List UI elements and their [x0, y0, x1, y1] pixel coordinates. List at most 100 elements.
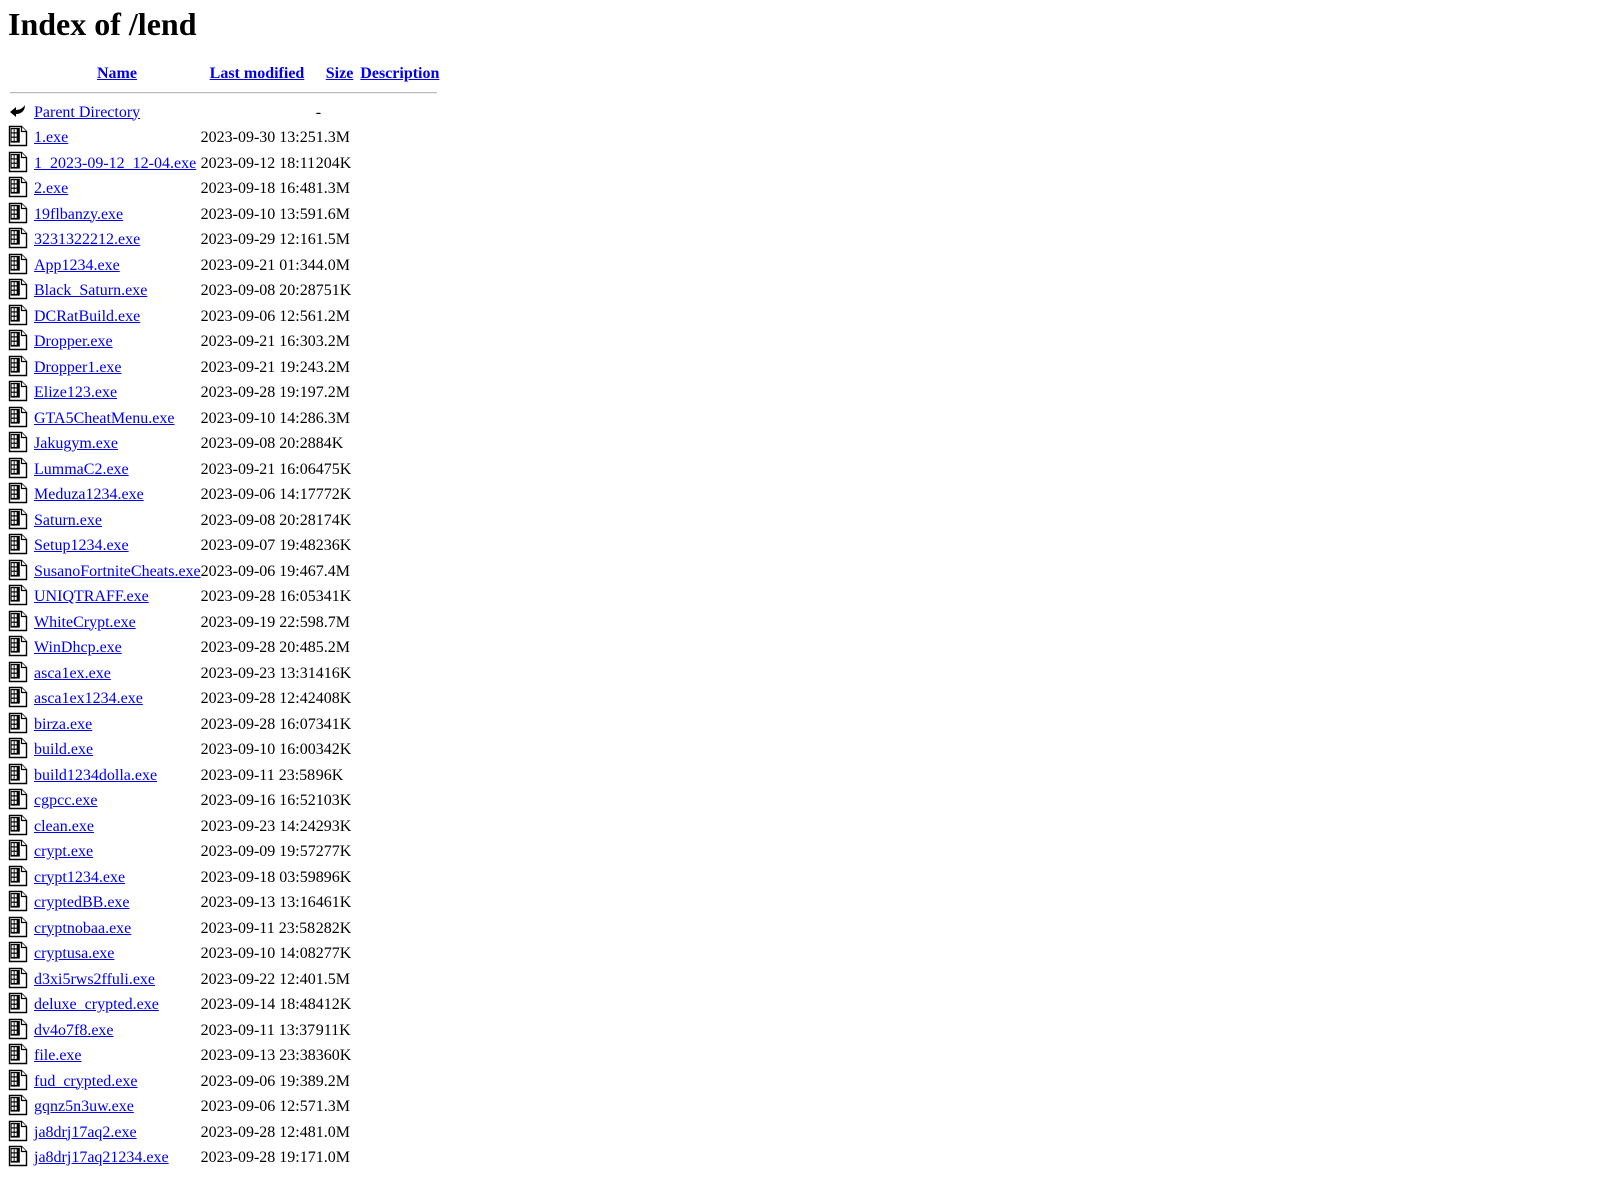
file-link[interactable]: cryptusa.exe: [34, 945, 114, 962]
table-row[interactable]: crypt1234.exe 2023-09-18 03:59 896K: [8, 865, 439, 891]
file-link[interactable]: App1234.exe: [34, 257, 120, 274]
file-link[interactable]: 1.exe: [34, 129, 68, 146]
parent-directory-link[interactable]: Parent Directory: [34, 104, 140, 121]
file-link[interactable]: asca1ex1234.exe: [34, 690, 143, 707]
file-size: 772K: [315, 486, 352, 503]
table-row[interactable]: Jakugym.exe 2023-09-08 20:28 84K: [8, 431, 439, 457]
file-link[interactable]: d3xi5rws2ffuli.exe: [34, 971, 155, 988]
table-row[interactable]: birza.exe 2023-09-28 16:07 341K: [8, 712, 439, 738]
table-row[interactable]: GTA5CheatMenu.exe 2023-09-10 14:28 6.3M: [8, 406, 439, 432]
file-link[interactable]: crypt1234.exe: [34, 869, 125, 886]
file-link[interactable]: Dropper.exe: [34, 333, 113, 350]
table-row[interactable]: asca1ex1234.exe 2023-09-28 12:42 408K: [8, 686, 439, 712]
file-link[interactable]: cgpcc.exe: [34, 792, 98, 809]
table-row[interactable]: ja8drj17aq21234.exe 2023-09-28 19:17 1.0…: [8, 1145, 439, 1171]
file-link[interactable]: WinDhcp.exe: [34, 639, 122, 656]
file-link[interactable]: cryptedBB.exe: [34, 894, 130, 911]
file-link[interactable]: 2.exe: [34, 180, 68, 197]
file-name-cell: App1234.exe: [34, 253, 201, 279]
table-row[interactable]: 2.exe 2023-09-18 16:48 1.3M: [8, 176, 439, 202]
table-row[interactable]: cgpcc.exe 2023-09-16 16:52 103K: [8, 788, 439, 814]
table-row[interactable]: gqnz5n3uw.exe 2023-09-06 12:57 1.3M: [8, 1094, 439, 1120]
file-link[interactable]: birza.exe: [34, 716, 92, 733]
table-row[interactable]: file.exe 2023-09-13 23:38 360K: [8, 1043, 439, 1069]
table-row[interactable]: Dropper1.exe 2023-09-21 19:24 3.2M: [8, 355, 439, 381]
table-row[interactable]: Meduza1234.exe 2023-09-06 14:17 772K: [8, 482, 439, 508]
table-row[interactable]: cryptnobaa.exe 2023-09-11 23:58 282K: [8, 916, 439, 942]
binary-file-icon: [8, 406, 28, 428]
table-row[interactable]: deluxe_crypted.exe 2023-09-14 18:48 412K: [8, 992, 439, 1018]
file-link[interactable]: crypt.exe: [34, 843, 93, 860]
table-row[interactable]: LummaC2.exe 2023-09-21 16:06 475K: [8, 457, 439, 483]
table-row[interactable]: crypt.exe 2023-09-09 19:57 277K: [8, 839, 439, 865]
file-last-modified: 2023-09-08 20:28: [200, 511, 316, 529]
file-link[interactable]: DCRatBuild.exe: [34, 308, 140, 325]
table-row[interactable]: build1234dolla.exe 2023-09-11 23:58 96K: [8, 763, 439, 789]
file-name-cell: Setup1234.exe: [34, 533, 201, 559]
table-row[interactable]: DCRatBuild.exe 2023-09-06 12:56 1.2M: [8, 304, 439, 330]
file-link[interactable]: cryptnobaa.exe: [34, 920, 131, 937]
table-row[interactable]: 1_2023-09-12_12-04.exe 2023-09-12 18:11 …: [8, 151, 439, 177]
file-link[interactable]: ja8drj17aq2.exe: [34, 1124, 137, 1141]
sort-by-size-link[interactable]: Size: [326, 65, 354, 82]
table-row[interactable]: Elize123.exe 2023-09-28 19:19 7.2M: [8, 380, 439, 406]
table-row[interactable]: Saturn.exe 2023-09-08 20:28 174K: [8, 508, 439, 534]
row-icon-cell: [8, 865, 34, 891]
file-link[interactable]: build.exe: [34, 741, 93, 758]
table-row[interactable]: 1.exe 2023-09-30 13:25 1.3M: [8, 125, 439, 151]
file-link[interactable]: WhiteCrypt.exe: [34, 614, 136, 631]
file-link[interactable]: gqnz5n3uw.exe: [34, 1098, 134, 1115]
table-row[interactable]: Setup1234.exe 2023-09-07 19:48 236K: [8, 533, 439, 559]
sort-by-name-link[interactable]: Name: [97, 65, 137, 82]
file-link[interactable]: Meduza1234.exe: [34, 486, 144, 503]
file-link[interactable]: dv4o7f8.exe: [34, 1022, 114, 1039]
table-row[interactable]: 3231322212.exe 2023-09-29 12:16 1.5M: [8, 227, 439, 253]
file-link[interactable]: asca1ex.exe: [34, 665, 111, 682]
file-size: 751K: [315, 282, 352, 299]
table-row[interactable]: Dropper.exe 2023-09-21 16:30 3.2M: [8, 329, 439, 355]
file-link[interactable]: Black_Saturn.exe: [34, 282, 147, 299]
table-row[interactable]: WhiteCrypt.exe 2023-09-19 22:59 8.7M: [8, 610, 439, 636]
table-row[interactable]: UNIQTRAFF.exe 2023-09-28 16:05 341K: [8, 584, 439, 610]
file-link[interactable]: 19flbanzy.exe: [34, 206, 123, 223]
file-last-modified: 2023-09-12 18:11: [200, 154, 316, 172]
table-row[interactable]: dv4o7f8.exe 2023-09-11 13:37 911K: [8, 1018, 439, 1044]
table-row[interactable]: WinDhcp.exe 2023-09-28 20:48 5.2M: [8, 635, 439, 661]
binary-file-icon: [8, 1120, 28, 1142]
table-row[interactable]: 19flbanzy.exe 2023-09-10 13:59 1.6M: [8, 202, 439, 228]
file-link[interactable]: Jakugym.exe: [34, 435, 118, 452]
file-link[interactable]: build1234dolla.exe: [34, 767, 157, 784]
table-row[interactable]: clean.exe 2023-09-23 14:24 293K: [8, 814, 439, 840]
table-row[interactable]: Black_Saturn.exe 2023-09-08 20:28 751K: [8, 278, 439, 304]
sort-by-description-link[interactable]: Description: [360, 65, 439, 82]
table-row[interactable]: SusanoFortniteCheats.exe 2023-09-06 19:4…: [8, 559, 439, 585]
table-row[interactable]: cryptusa.exe 2023-09-10 14:08 277K: [8, 941, 439, 967]
sort-by-date-link[interactable]: Last modified: [210, 65, 305, 82]
table-row[interactable]: d3xi5rws2ffuli.exe 2023-09-22 12:40 1.5M: [8, 967, 439, 993]
file-link[interactable]: deluxe_crypted.exe: [34, 996, 159, 1013]
file-link[interactable]: ja8drj17aq21234.exe: [34, 1149, 169, 1166]
file-link[interactable]: 1_2023-09-12_12-04.exe: [34, 155, 196, 172]
table-row[interactable]: cryptedBB.exe 2023-09-13 13:16 461K: [8, 890, 439, 916]
table-row[interactable]: App1234.exe 2023-09-21 01:34 4.0M: [8, 253, 439, 279]
file-link[interactable]: UNIQTRAFF.exe: [34, 588, 149, 605]
file-link[interactable]: file.exe: [34, 1047, 82, 1064]
file-link[interactable]: Dropper1.exe: [34, 359, 122, 376]
table-row[interactable]: fud_crypted.exe 2023-09-06 19:38 9.2M: [8, 1069, 439, 1095]
binary-file-icon: [8, 508, 28, 530]
row-icon-cell: [8, 1043, 34, 1069]
file-link[interactable]: SusanoFortniteCheats.exe: [34, 563, 201, 580]
table-row[interactable]: build.exe 2023-09-10 16:00 342K: [8, 737, 439, 763]
table-row-parent-directory[interactable]: Parent Directory -: [8, 100, 439, 126]
table-row[interactable]: ja8drj17aq2.exe 2023-09-28 12:48 1.0M: [8, 1120, 439, 1146]
file-link[interactable]: Saturn.exe: [34, 512, 102, 529]
header-rule-cell: [8, 87, 439, 100]
file-link[interactable]: 3231322212.exe: [34, 231, 140, 248]
file-link[interactable]: clean.exe: [34, 818, 94, 835]
file-link[interactable]: LummaC2.exe: [34, 461, 129, 478]
file-link[interactable]: GTA5CheatMenu.exe: [34, 410, 174, 427]
table-row[interactable]: asca1ex.exe 2023-09-23 13:31 416K: [8, 661, 439, 687]
file-link[interactable]: Setup1234.exe: [34, 537, 129, 554]
file-link[interactable]: Elize123.exe: [34, 384, 117, 401]
file-link[interactable]: fud_crypted.exe: [34, 1073, 138, 1090]
